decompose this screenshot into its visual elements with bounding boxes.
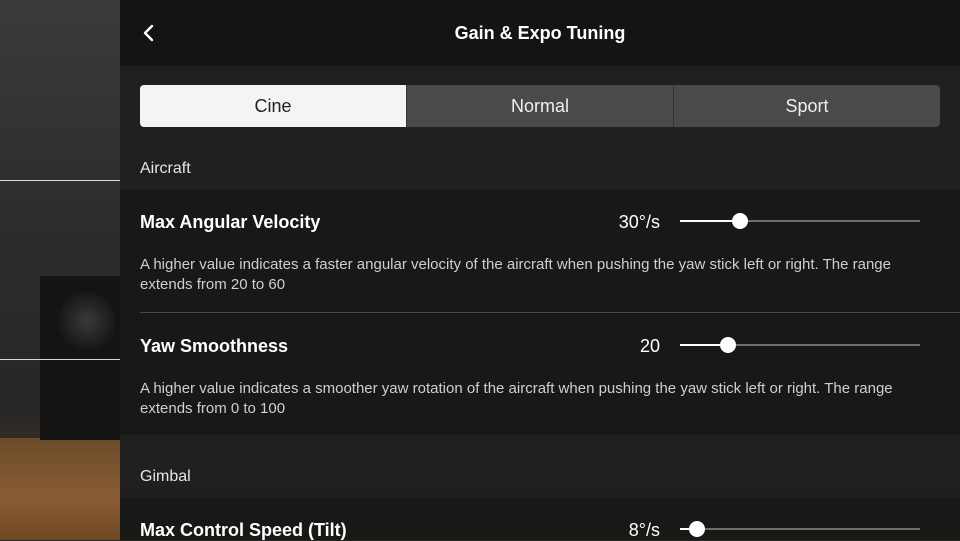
mode-selector: Cine Normal Sport xyxy=(140,85,940,127)
gimbal-settings-card: Max Control Speed (Tilt) 8°/s xyxy=(120,498,960,540)
slider-fill xyxy=(680,220,740,222)
settings-panel: Gain & Expo Tuning Cine Normal Sport Air… xyxy=(120,0,960,540)
aircraft-settings-card: Max Angular Velocity 30°/s A higher valu… xyxy=(120,190,960,435)
grid-guide-line-bottom xyxy=(0,359,120,360)
divider xyxy=(140,312,960,313)
section-label-aircraft: Aircraft xyxy=(140,160,191,177)
max-angular-velocity-description: A higher value indicates a faster angula… xyxy=(140,256,891,293)
max-control-speed-tilt-label: Max Control Speed (Tilt) xyxy=(140,520,347,540)
yaw-smoothness-slider[interactable] xyxy=(680,337,920,353)
tab-sport[interactable]: Sport xyxy=(673,85,940,127)
slider-track xyxy=(680,528,920,530)
yaw-smoothness-value: 20 xyxy=(639,336,660,356)
grid-guide-line-top xyxy=(0,180,120,181)
max-control-speed-tilt-value: 8°/s xyxy=(628,520,660,540)
page-title: Gain & Expo Tuning xyxy=(454,23,626,43)
max-angular-velocity-value: 30°/s xyxy=(618,212,660,232)
max-angular-velocity-label: Max Angular Velocity xyxy=(140,212,321,232)
max-control-speed-tilt-slider[interactable] xyxy=(680,521,920,537)
section-label-gimbal: Gimbal xyxy=(140,468,191,485)
yaw-smoothness-description: A higher value indicates a smoother yaw … xyxy=(140,380,893,417)
slider-handle[interactable] xyxy=(720,337,736,353)
back-button[interactable] xyxy=(134,14,170,52)
tab-cine[interactable]: Cine xyxy=(140,85,406,127)
chevron-left-icon xyxy=(143,24,154,42)
max-angular-velocity-slider[interactable] xyxy=(680,213,920,229)
tab-normal[interactable]: Normal xyxy=(406,85,673,127)
yaw-smoothness-label: Yaw Smoothness xyxy=(140,336,289,356)
slider-handle[interactable] xyxy=(732,213,748,229)
background-speaker-cone xyxy=(58,292,116,350)
background-floor xyxy=(0,438,120,540)
header-bar: Gain & Expo Tuning xyxy=(120,0,960,66)
slider-handle[interactable] xyxy=(689,521,705,537)
